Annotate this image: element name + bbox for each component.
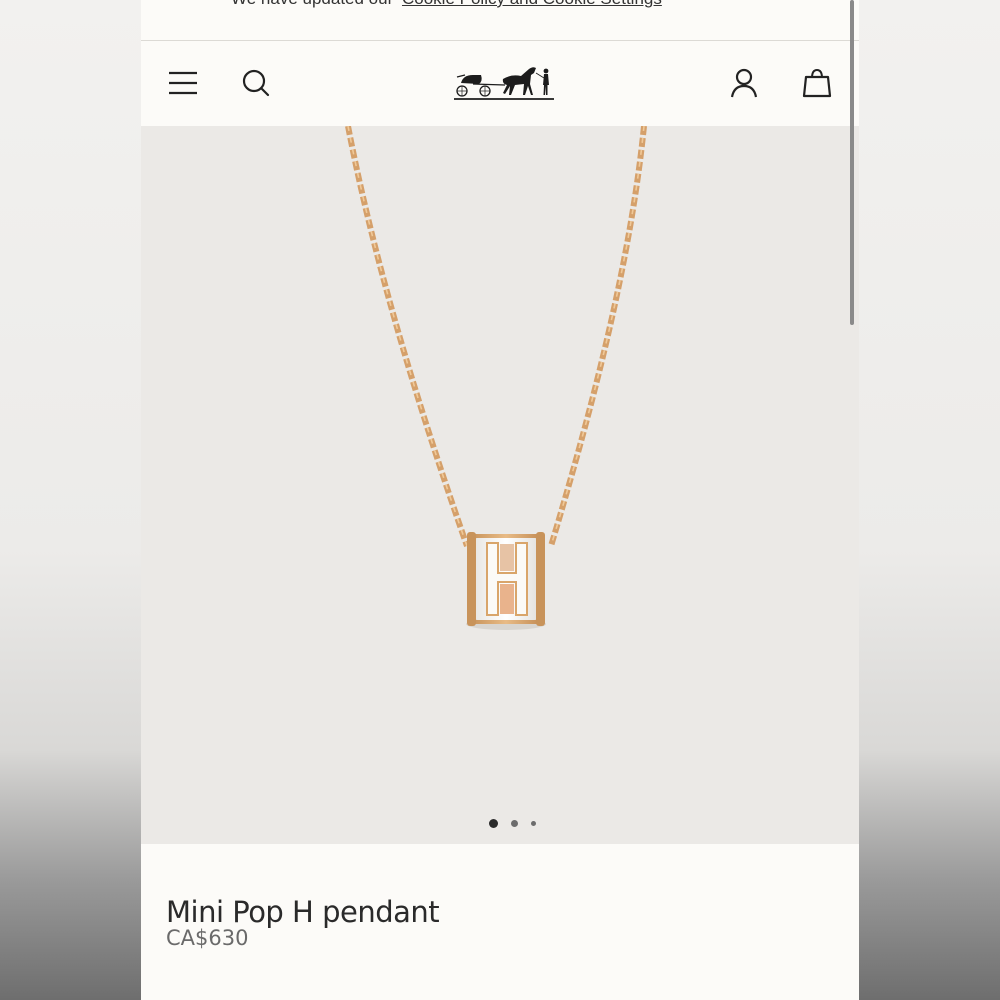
- cookie-notice-text: We have updated our: [231, 0, 393, 8]
- product-image: [345, 126, 647, 630]
- product-name: Mini Pop H pendant: [166, 895, 440, 930]
- hermes-carriage-logo[interactable]: [453, 57, 557, 105]
- product-image-carousel[interactable]: [141, 126, 859, 844]
- search-icon: [242, 69, 270, 97]
- search-button[interactable]: [238, 65, 274, 101]
- carousel-indicators: [489, 818, 536, 828]
- site-header: [141, 41, 859, 126]
- hamburger-menu-icon: [169, 71, 197, 95]
- product-price: CA$630: [166, 926, 249, 950]
- user-account-icon: [730, 68, 758, 98]
- carousel-dot-2[interactable]: [511, 819, 518, 827]
- cookie-policy-link[interactable]: Cookie Policy and Cookie Settings: [402, 0, 662, 8]
- scrollbar[interactable]: [850, 0, 854, 325]
- phone-screen: We have updated our Cookie Policy and Co…: [141, 0, 859, 1000]
- shopping-bag-icon: [802, 68, 832, 98]
- menu-button[interactable]: [165, 65, 201, 101]
- cookie-notice-banner: We have updated our Cookie Policy and Co…: [141, 0, 859, 41]
- carousel-dot-3[interactable]: [531, 820, 536, 826]
- carousel-dot-1[interactable]: [489, 818, 498, 828]
- account-button[interactable]: [726, 65, 762, 101]
- product-info: Mini Pop H pendant CA$630: [141, 844, 859, 1000]
- shopping-bag-button[interactable]: [799, 65, 835, 101]
